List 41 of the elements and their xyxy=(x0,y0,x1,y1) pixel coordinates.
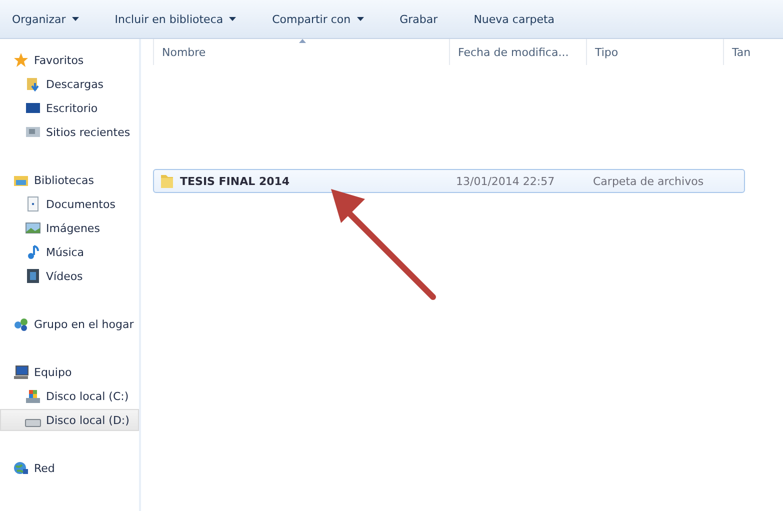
nav-label: Descargas xyxy=(46,78,104,90)
toolbar-button[interactable]: Grabar xyxy=(388,12,438,26)
nav-item[interactable]: Descargas xyxy=(0,73,139,95)
nav-label: Documentos xyxy=(46,198,116,210)
column-header[interactable]: Nombre xyxy=(153,39,449,65)
toolbar-button[interactable]: Compartir con xyxy=(260,12,364,26)
nav-label: Música xyxy=(46,246,84,258)
nav-item[interactable]: Disco local (C:) xyxy=(0,385,139,407)
nav-item[interactable]: Imágenes xyxy=(0,217,139,239)
nav-item[interactable]: Disco local (D:) xyxy=(0,409,139,431)
nav-label: Escritorio xyxy=(46,102,98,114)
nav-label: Equipo xyxy=(34,366,72,378)
nav-item[interactable]: Documentos xyxy=(0,193,139,215)
toolbar-button[interactable]: Organizar xyxy=(0,12,79,26)
nav-item[interactable]: Grupo en el hogar xyxy=(0,313,139,335)
date-cell-text: 13/01/2014 22:57 xyxy=(455,174,556,188)
nav-item[interactable]: Música xyxy=(0,241,139,263)
nav-item[interactable]: Bibliotecas xyxy=(0,169,139,191)
nav-item[interactable]: Favoritos xyxy=(0,49,139,71)
nav-item[interactable]: Escritorio xyxy=(0,97,139,119)
nav-label: Imágenes xyxy=(46,222,100,234)
nav-item[interactable]: Sitios recientes xyxy=(0,121,139,143)
nav-item[interactable]: Vídeos xyxy=(0,265,139,287)
nav-label: Grupo en el hogar xyxy=(34,318,134,330)
column-header[interactable]: Tan xyxy=(723,39,783,65)
nav-item[interactable]: Equipo xyxy=(0,361,139,383)
column-header[interactable]: Tipo xyxy=(586,39,723,65)
nav-label: Favoritos xyxy=(34,54,84,66)
nav-label: Bibliotecas xyxy=(34,174,94,186)
file-name: TESIS FINAL 2014 xyxy=(180,174,290,188)
nav-label: Disco local (C:) xyxy=(46,390,129,402)
column-header[interactable]: Fecha de modifica... xyxy=(449,39,586,65)
file-row[interactable]: TESIS FINAL 2014 13/01/2014 22:57 Carpeta de archivos xyxy=(153,169,745,193)
toolbar-button[interactable]: Incluir en biblioteca xyxy=(102,12,236,26)
nav-label: Disco local (D:) xyxy=(46,414,130,426)
nav-item[interactable]: Red xyxy=(0,457,139,479)
type-cell-text: Carpeta de archivos xyxy=(592,174,705,188)
nav-label: Vídeos xyxy=(46,270,83,282)
nav-label: Red xyxy=(34,462,55,474)
nav-label: Sitios recientes xyxy=(46,126,130,138)
toolbar-button[interactable]: Nueva carpeta xyxy=(462,12,555,26)
